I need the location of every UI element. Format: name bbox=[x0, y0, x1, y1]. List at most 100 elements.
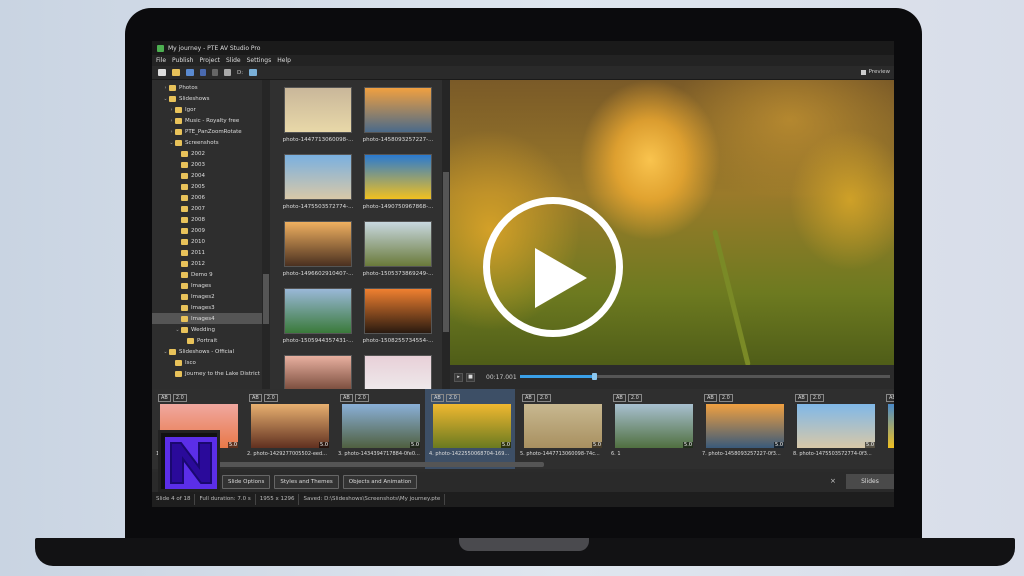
folder-tree-item[interactable]: Images3 bbox=[152, 302, 270, 313]
transition-duration-badge[interactable]: 2.0 bbox=[354, 394, 369, 402]
close-icon[interactable]: × bbox=[830, 477, 836, 485]
timeline-handle[interactable] bbox=[592, 373, 597, 380]
menu-item-project[interactable]: Project bbox=[199, 57, 220, 64]
file-thumbnail[interactable] bbox=[364, 288, 432, 334]
ab-badge[interactable]: AB bbox=[704, 394, 717, 402]
slide-item[interactable]: AB 2.0 5.0 7. photo-1458093257227-0f3... bbox=[698, 389, 788, 469]
redo-icon[interactable] bbox=[212, 69, 218, 76]
styles-and-themes-button[interactable]: Styles and Themes bbox=[274, 475, 339, 489]
file-thumbnail[interactable] bbox=[364, 355, 432, 389]
play-overlay[interactable] bbox=[450, 80, 894, 365]
slide-thumbnail[interactable] bbox=[524, 404, 602, 448]
folder-tree-item[interactable]: 2010 bbox=[152, 236, 270, 247]
transition-duration-badge[interactable]: 2.0 bbox=[263, 394, 278, 402]
slide-item[interactable]: AB 2.0 5.0 8. photo-1475503572774-0f3... bbox=[789, 389, 879, 469]
drive-label[interactable]: D: bbox=[237, 70, 243, 76]
folder-tree-item[interactable]: Images4 bbox=[152, 313, 270, 324]
menu-item-settings[interactable]: Settings bbox=[247, 57, 272, 64]
file-thumbnail[interactable] bbox=[364, 221, 432, 267]
folder-tree-scrollbar[interactable] bbox=[262, 80, 270, 389]
menu-item-slide[interactable]: Slide bbox=[226, 57, 241, 64]
file-thumbnail[interactable] bbox=[284, 87, 352, 133]
new-project-icon[interactable] bbox=[158, 69, 166, 76]
folder-tree-item[interactable]: ⌄ Slideshows bbox=[152, 93, 270, 104]
folder-tree-item[interactable]: 2011 bbox=[152, 247, 270, 258]
file-thumbnail[interactable] bbox=[284, 221, 352, 267]
folder-tree-item[interactable]: 2003 bbox=[152, 159, 270, 170]
stop-button[interactable]: ■ bbox=[466, 372, 475, 382]
folder-tree-item[interactable]: ⌄ Screenshots bbox=[152, 137, 270, 148]
chevron-icon[interactable]: › bbox=[162, 85, 169, 91]
transition-duration-badge[interactable]: 2.0 bbox=[809, 394, 824, 402]
ab-badge[interactable]: AB bbox=[340, 394, 353, 402]
transition-duration-badge[interactable]: 2.0 bbox=[536, 394, 551, 402]
file-thumbnail[interactable] bbox=[364, 154, 432, 200]
slide-thumbnail[interactable] bbox=[433, 404, 511, 448]
folder-tree-item[interactable]: › Igor bbox=[152, 104, 270, 115]
ab-badge[interactable]: AB bbox=[158, 394, 171, 402]
slide-thumbnail[interactable] bbox=[888, 404, 894, 448]
menu-item-help[interactable]: Help bbox=[277, 57, 291, 64]
transition-duration-badge[interactable]: 2.0 bbox=[445, 394, 460, 402]
save-icon[interactable] bbox=[186, 69, 194, 76]
folder-tree-item[interactable]: 2004 bbox=[152, 170, 270, 181]
slide-thumbnail[interactable] bbox=[342, 404, 420, 448]
chevron-icon[interactable]: ⌄ bbox=[168, 140, 175, 146]
ab-badge[interactable]: AB bbox=[613, 394, 626, 402]
folder-tree-item[interactable]: Images bbox=[152, 280, 270, 291]
folder-tree-item[interactable]: 2006 bbox=[152, 192, 270, 203]
menu-item-publish[interactable]: Publish bbox=[172, 57, 193, 64]
slide-thumbnail[interactable] bbox=[251, 404, 329, 448]
slide-item[interactable]: AB 2.0 5.0 2. photo-1429277005502-eed... bbox=[243, 389, 333, 469]
transition-duration-badge[interactable]: 2.0 bbox=[627, 394, 642, 402]
ab-badge[interactable]: AB bbox=[886, 394, 894, 402]
objects-and-animation-button[interactable]: Objects and Animation bbox=[342, 475, 418, 489]
preview-button[interactable]: Preview bbox=[860, 69, 890, 75]
open-folder-icon[interactable] bbox=[172, 69, 180, 76]
chevron-icon[interactable]: ⌄ bbox=[162, 96, 169, 102]
folder-tree-scroll-thumb[interactable] bbox=[263, 274, 269, 324]
folder-tree-item[interactable]: 2002 bbox=[152, 148, 270, 159]
folder-tree-item[interactable]: ⌄ Slideshows - Official bbox=[152, 346, 270, 357]
folder-tree-item[interactable]: 2005 bbox=[152, 181, 270, 192]
ab-badge[interactable]: AB bbox=[249, 394, 262, 402]
folder-tree-item[interactable]: 2008 bbox=[152, 214, 270, 225]
ab-badge[interactable]: AB bbox=[431, 394, 444, 402]
chevron-icon[interactable]: › bbox=[168, 107, 175, 113]
file-thumbnail[interactable] bbox=[284, 355, 352, 389]
slide-item[interactable]: AB 2.0 5.0 6. 1 bbox=[607, 389, 697, 469]
folder-tree-item[interactable]: Demo 9 bbox=[152, 269, 270, 280]
play-button[interactable]: ▸ bbox=[454, 372, 463, 382]
slide-thumbnail[interactable] bbox=[797, 404, 875, 448]
chevron-icon[interactable]: › bbox=[168, 118, 175, 124]
chevron-icon[interactable]: ⌄ bbox=[162, 349, 169, 355]
slide-item[interactable]: AB 2.0 5.0 4. photo-1422550068704-169... bbox=[425, 389, 515, 469]
file-thumbnail[interactable] bbox=[284, 288, 352, 334]
tab-slides[interactable]: Slides bbox=[846, 474, 894, 489]
file-browser-scrollbar[interactable] bbox=[442, 80, 450, 389]
menu-item-file[interactable]: File bbox=[156, 57, 166, 64]
preview-window[interactable] bbox=[450, 80, 894, 365]
folder-tree-item[interactable]: › Photos bbox=[152, 82, 270, 93]
slide-thumbnail[interactable] bbox=[706, 404, 784, 448]
folder-tree-item[interactable]: 2007 bbox=[152, 203, 270, 214]
slide-thumbnail[interactable] bbox=[615, 404, 693, 448]
slide-options-button[interactable]: Slide Options bbox=[222, 475, 271, 489]
folder-tree-item[interactable]: › PTE_PanZoomRotate bbox=[152, 126, 270, 137]
drive-icon[interactable] bbox=[224, 69, 231, 76]
ab-badge[interactable]: AB bbox=[522, 394, 535, 402]
file-browser-scroll-thumb[interactable] bbox=[443, 172, 449, 332]
transition-duration-badge[interactable]: 2.0 bbox=[172, 394, 187, 402]
view-mode-icon[interactable] bbox=[249, 69, 258, 76]
folder-tree-item[interactable]: Isco bbox=[152, 357, 270, 368]
folder-tree-item[interactable]: Images2 bbox=[152, 291, 270, 302]
folder-tree-item[interactable]: Journey to the Lake District bbox=[152, 368, 270, 379]
file-thumbnail[interactable] bbox=[364, 87, 432, 133]
ab-badge[interactable]: AB bbox=[795, 394, 808, 402]
folder-tree-item[interactable]: 2009 bbox=[152, 225, 270, 236]
file-thumbnail[interactable] bbox=[284, 154, 352, 200]
undo-icon[interactable] bbox=[200, 69, 206, 76]
chevron-icon[interactable]: › bbox=[168, 129, 175, 135]
folder-tree-item[interactable]: › Music - Royalty free bbox=[152, 115, 270, 126]
play-icon[interactable] bbox=[535, 248, 587, 308]
